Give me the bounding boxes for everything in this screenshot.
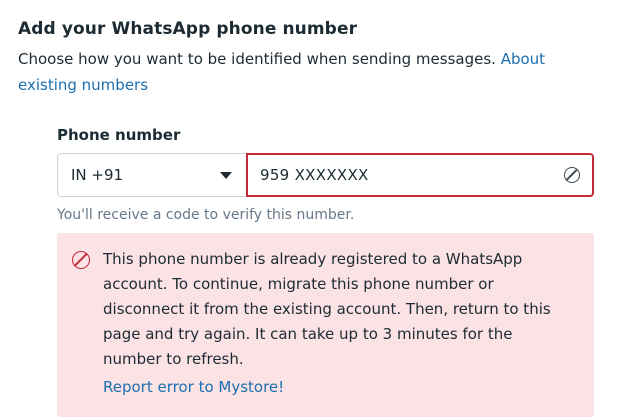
page-title: Add your WhatsApp phone number xyxy=(18,19,358,39)
country-code-value: IN +91 xyxy=(71,166,124,184)
subtitle-text: Choose how you want to be identified whe… xyxy=(18,50,496,68)
phone-number-form: Phone number IN +91 959 XXXXXXX You'll r… xyxy=(57,125,594,417)
phone-number-label: Phone number xyxy=(57,126,181,144)
phone-input-row: IN +91 959 XXXXXXX xyxy=(57,153,594,197)
caret-down-icon xyxy=(220,171,232,179)
country-code-select[interactable]: IN +91 xyxy=(57,153,246,197)
phone-number-input[interactable]: 959 XXXXXXX xyxy=(246,153,594,197)
error-circle-icon xyxy=(564,167,580,183)
error-alert: This phone number is already registered … xyxy=(57,233,594,417)
error-message: This phone number is already registered … xyxy=(103,250,551,368)
page-subtitle: Choose how you want to be identified whe… xyxy=(18,46,593,98)
report-error-link[interactable]: Report error to Mystore! xyxy=(103,378,284,396)
verification-hint: You'll receive a code to verify this num… xyxy=(57,207,355,223)
phone-number-value: 959 XXXXXXX xyxy=(260,166,369,184)
error-circle-icon xyxy=(72,251,90,269)
whatsapp-number-page: Add your WhatsApp phone number Choose ho… xyxy=(0,0,619,420)
